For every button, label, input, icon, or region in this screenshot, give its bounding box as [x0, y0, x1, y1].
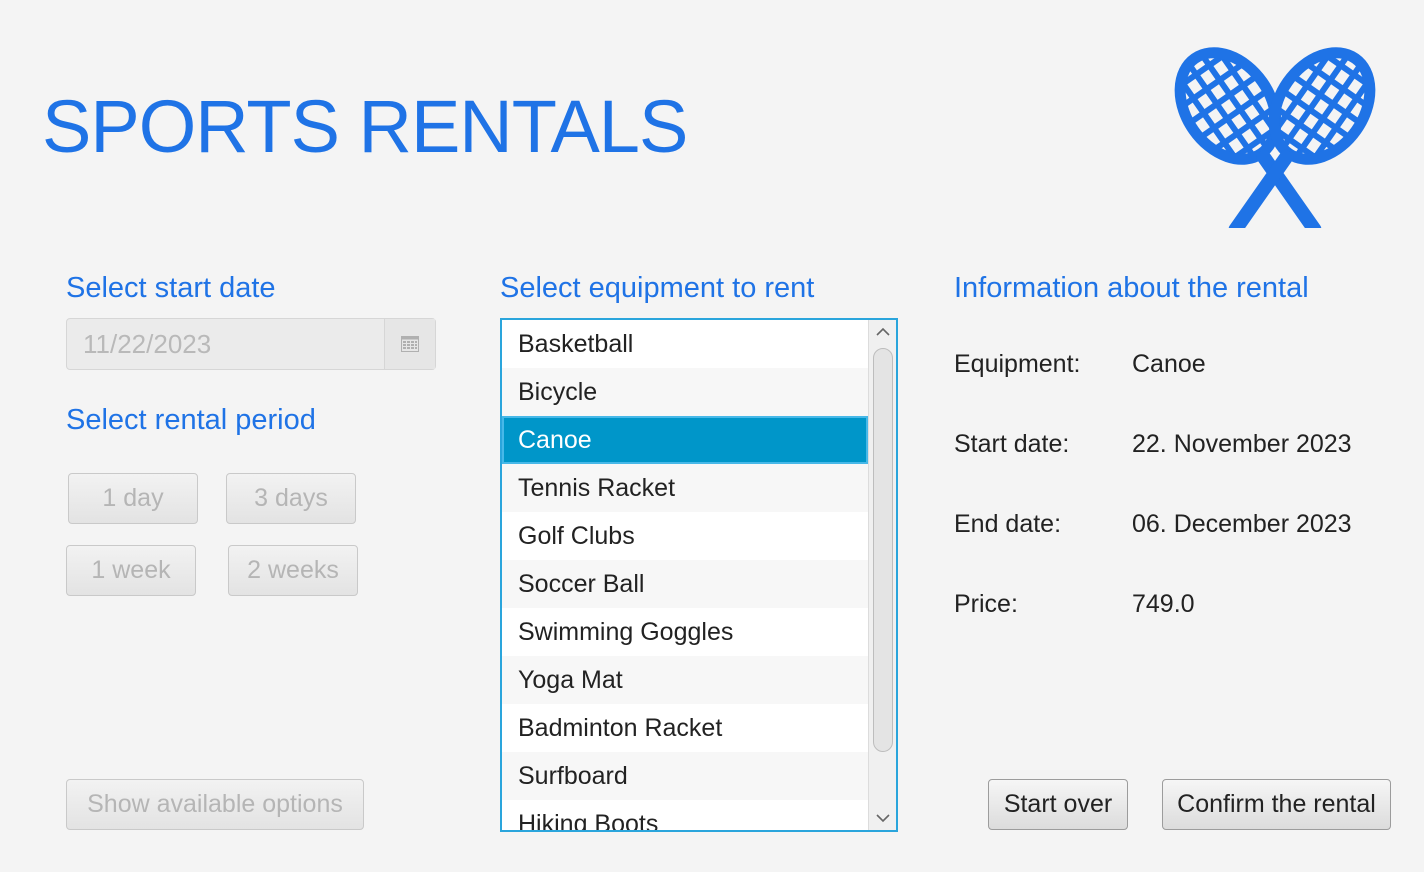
list-item[interactable]: Bicycle: [502, 368, 868, 416]
confirm-rental-button[interactable]: Confirm the rental: [1162, 779, 1391, 830]
period-1-week-button[interactable]: 1 week: [66, 545, 196, 596]
list-item[interactable]: Basketball: [502, 320, 868, 368]
price-value: 749.0: [1132, 590, 1195, 618]
calendar-button[interactable]: [384, 319, 435, 369]
start-over-button[interactable]: Start over: [988, 779, 1128, 830]
period-1-day-button[interactable]: 1 day: [68, 473, 198, 524]
list-item[interactable]: Soccer Ball: [502, 560, 868, 608]
list-item[interactable]: Badminton Racket: [502, 704, 868, 752]
end-date-value: 06. December 2023: [1132, 510, 1352, 538]
show-options-button[interactable]: Show available options: [66, 779, 364, 830]
chevron-up-icon[interactable]: [875, 324, 891, 340]
list-item[interactable]: Surfboard: [502, 752, 868, 800]
equipment-value: Canoe: [1132, 350, 1206, 378]
list-item[interactable]: Hiking Boots: [502, 800, 868, 830]
list-item[interactable]: Tennis Racket: [502, 464, 868, 512]
scroll-thumb[interactable]: [873, 348, 893, 752]
start-date-heading: Select start date: [66, 272, 276, 304]
list-scrollbar[interactable]: [868, 320, 896, 830]
calendar-icon: [401, 336, 419, 352]
start-date-label: Start date:: [954, 430, 1070, 458]
rental-period-heading: Select rental period: [66, 404, 316, 436]
page-title: SPORTS RENTALS: [42, 85, 688, 168]
equipment-label: Equipment:: [954, 350, 1081, 378]
period-2-weeks-button[interactable]: 2 weeks: [228, 545, 358, 596]
list-item[interactable]: Yoga Mat: [502, 656, 868, 704]
start-date-picker[interactable]: 11/22/2023: [66, 318, 436, 370]
info-heading: Information about the rental: [954, 272, 1309, 304]
equipment-list-items: Basketball Bicycle Canoe Tennis Racket G…: [502, 320, 868, 830]
equipment-heading: Select equipment to rent: [500, 272, 815, 304]
start-date-info-value: 22. November 2023: [1132, 430, 1352, 458]
crossed-rackets-icon: [1168, 40, 1382, 228]
list-item[interactable]: Golf Clubs: [502, 512, 868, 560]
price-label: Price:: [954, 590, 1018, 618]
list-item[interactable]: Swimming Goggles: [502, 608, 868, 656]
chevron-down-icon[interactable]: [875, 810, 891, 826]
list-item-selected[interactable]: Canoe: [502, 416, 868, 464]
end-date-label: End date:: [954, 510, 1062, 538]
equipment-list[interactable]: Basketball Bicycle Canoe Tennis Racket G…: [500, 318, 898, 832]
period-3-days-button[interactable]: 3 days: [226, 473, 356, 524]
start-date-value[interactable]: 11/22/2023: [83, 329, 211, 360]
